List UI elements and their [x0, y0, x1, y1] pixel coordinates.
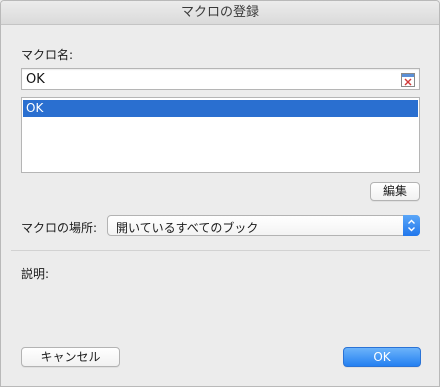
macro-name-value: OK: [26, 72, 45, 87]
edit-button[interactable]: 編集: [370, 182, 420, 201]
divider: [11, 250, 430, 251]
cancel-button[interactable]: キャンセル: [21, 347, 120, 367]
assign-macro-dialog: マクロの登録 マクロ名: OK OK 編集 マクロの場所: 開いているすべてのブ…: [0, 0, 440, 387]
ok-button[interactable]: OK: [343, 347, 421, 367]
range-select-icon[interactable]: [401, 72, 415, 87]
macro-name-field[interactable]: OK: [21, 68, 420, 90]
macro-location-select[interactable]: 開いているすべてのブック: [107, 215, 420, 236]
description-label: 説明:: [21, 267, 50, 281]
up-down-chevron-icon[interactable]: [403, 215, 420, 236]
macro-name-label: マクロ名:: [21, 48, 74, 62]
macro-list[interactable]: OK: [21, 97, 420, 173]
macro-location-label: マクロの場所:: [21, 221, 98, 235]
macro-list-item-selected[interactable]: OK: [23, 100, 418, 117]
dialog-title: マクロの登録: [1, 1, 439, 25]
macro-location-value: 開いているすべてのブック: [116, 221, 259, 235]
